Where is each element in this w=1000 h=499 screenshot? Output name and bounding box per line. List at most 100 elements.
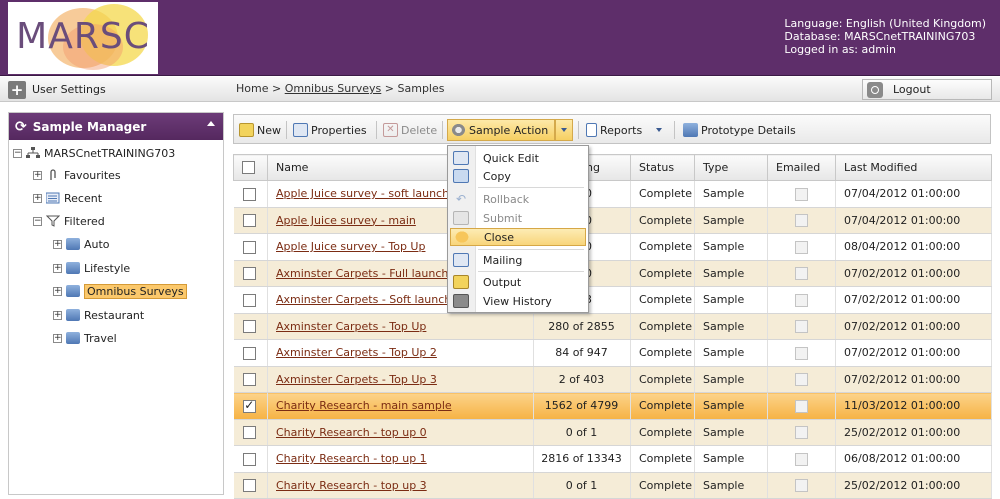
remaining-cell: 0 of 1 xyxy=(533,419,631,446)
folder-icon xyxy=(66,309,80,321)
new-button[interactable]: New xyxy=(236,119,284,141)
breadcrumb-current: Samples xyxy=(397,82,445,95)
emailed-checkbox xyxy=(794,240,808,254)
logout-button[interactable]: Logout xyxy=(862,79,992,100)
table-row[interactable]: Axminster Carpets - Top Up 2 84 of 947 Com… xyxy=(233,339,992,367)
table-row[interactable]: Charity Research - top up 1 2816 of 13343… xyxy=(233,445,992,473)
reports-dropdown[interactable] xyxy=(650,119,668,141)
table-row[interactable]: Charity Research - main sample 1562 of 47… xyxy=(233,392,992,420)
menu-item-copy[interactable]: Copy xyxy=(450,167,586,185)
table-row[interactable]: Axminster Carpets - Top Up 3 2 of 403 Comp… xyxy=(233,366,992,393)
panel-title: Sample Manager xyxy=(32,119,147,134)
properties-label: Properties xyxy=(311,123,367,137)
expand-toggle-icon[interactable]: + xyxy=(33,193,42,203)
sample-name-link[interactable]: Axminster Carpets - Full launch xyxy=(276,267,448,280)
column-header-status[interactable]: Status xyxy=(630,154,695,181)
tree-item-omnibus-surveys[interactable]: + Omnibus Surveys xyxy=(53,282,187,300)
row-checkbox[interactable] xyxy=(243,346,257,360)
row-checkbox[interactable] xyxy=(243,479,257,492)
expand-toggle-icon[interactable]: + xyxy=(53,333,62,343)
expand-toggle-icon[interactable]: + xyxy=(53,286,62,296)
sample-action-button[interactable]: Sample Action xyxy=(447,119,555,141)
tree-item-filtered[interactable]: − Filtered xyxy=(33,212,105,230)
tree-item-restaurant[interactable]: + Restaurant xyxy=(53,306,144,324)
row-checkbox[interactable] xyxy=(243,214,257,227)
expand-toggle-icon[interactable]: + xyxy=(53,263,62,273)
row-checkbox[interactable] xyxy=(243,373,257,386)
sample-name-link[interactable]: Charity Research - top up 1 xyxy=(276,452,427,465)
column-header-type[interactable]: Type xyxy=(694,154,768,181)
table-row[interactable]: Apple Juice survey - main670CompleteSamp… xyxy=(233,207,992,234)
sample-name-link[interactable]: Axminster Carpets - Top Up 3 xyxy=(276,373,437,386)
sample-name-link[interactable]: Apple Juice survey - main xyxy=(276,214,416,227)
expand-toggle-icon[interactable]: + xyxy=(53,239,62,249)
properties-button[interactable]: Properties xyxy=(290,119,370,141)
tree-item-recent[interactable]: + Recent xyxy=(33,189,102,207)
tree-item-auto[interactable]: + Auto xyxy=(53,235,110,253)
expand-toggle-icon[interactable]: + xyxy=(53,310,62,320)
sample-name-link[interactable]: Apple Juice survey - soft launch xyxy=(276,187,449,200)
menu-item-submit[interactable]: Submit xyxy=(450,209,586,227)
row-select-cell xyxy=(233,339,268,367)
name-cell: Axminster Carpets - Top Up xyxy=(267,313,534,340)
folder-icon xyxy=(66,262,80,274)
tree-root[interactable]: − MARSCnetTRAINING703 xyxy=(13,144,175,162)
breadcrumb: Home > Omnibus Surveys > Samples xyxy=(236,82,444,95)
user-settings-button[interactable]: + User Settings xyxy=(8,80,222,99)
sample-name-link[interactable]: Axminster Carpets - Soft launch xyxy=(276,293,451,306)
refresh-icon[interactable]: ⟳ xyxy=(15,119,27,135)
gear-icon xyxy=(451,123,466,137)
row-checkbox[interactable] xyxy=(243,398,257,413)
tree-item-lifestyle[interactable]: + Lifestyle xyxy=(53,259,130,277)
select-all-checkbox[interactable] xyxy=(242,161,255,175)
row-checkbox[interactable] xyxy=(243,426,257,439)
table-row[interactable]: Apple Juice survey - Top Up510CompleteSa… xyxy=(233,233,992,261)
menu-item-output[interactable]: Output xyxy=(450,273,586,291)
tree-item-favourites[interactable]: + Favourites xyxy=(33,166,121,184)
session-info: Language: English (United Kingdom) Datab… xyxy=(784,17,986,56)
row-checkbox[interactable] xyxy=(243,293,257,307)
sample-name-link[interactable]: Charity Research - top up 3 xyxy=(276,479,427,492)
emailed-cell xyxy=(767,180,836,208)
prototype-details-button[interactable]: Prototype Details xyxy=(680,119,799,141)
sample-name-link[interactable]: Charity Research - main sample xyxy=(276,399,452,412)
row-checkbox[interactable] xyxy=(243,320,257,333)
column-header-last-modified[interactable]: Last Modified xyxy=(835,154,992,181)
row-checkbox[interactable] xyxy=(243,240,257,254)
table-row[interactable]: Axminster Carpets - Soft launch253Comple… xyxy=(233,286,992,314)
row-checkbox[interactable] xyxy=(243,267,257,280)
breadcrumb-home[interactable]: Home xyxy=(236,82,268,95)
table-row[interactable]: Axminster Carpets - Full launch220Comple… xyxy=(233,260,992,287)
menu-item-mailing[interactable]: Mailing xyxy=(450,251,586,269)
last-modified-cell: 07/02/2012 01:00:00 xyxy=(835,366,992,393)
delete-button[interactable]: ✕ Delete xyxy=(380,119,440,141)
menu-item-rollback[interactable]: ↶ Rollback xyxy=(450,190,586,208)
tree-item-travel[interactable]: + Travel xyxy=(53,329,117,347)
emailed-checkbox xyxy=(794,426,808,439)
reports-button[interactable]: Reports xyxy=(583,119,645,141)
row-checkbox[interactable] xyxy=(243,187,257,201)
table-row[interactable]: Axminster Carpets - Top Up 280 of 2855 Com… xyxy=(233,313,992,340)
last-modified-cell: 06/08/2012 01:00:00 xyxy=(835,445,992,473)
sample-name-link[interactable]: Apple Juice survey - Top Up xyxy=(276,240,425,253)
table-row[interactable]: Apple Juice survey - soft launch350Compl… xyxy=(233,180,992,208)
menu-item-quick-edit[interactable]: Quick Edit xyxy=(450,149,586,167)
sample-name-link[interactable]: Charity Research - top up 0 xyxy=(276,426,427,439)
sample-name-link[interactable]: Axminster Carpets - Top Up 2 xyxy=(276,346,437,359)
breadcrumb-omnibus-link[interactable]: Omnibus Surveys xyxy=(285,82,382,95)
expand-toggle-icon[interactable]: + xyxy=(33,170,42,180)
collapse-toggle-icon[interactable]: − xyxy=(33,216,42,226)
folder-icon xyxy=(66,238,80,250)
prototype-details-label: Prototype Details xyxy=(701,123,796,137)
row-checkbox[interactable] xyxy=(243,452,257,466)
table-row[interactable]: Charity Research - top up 0 0 of 1 Complet… xyxy=(233,419,992,446)
column-header-emailed[interactable]: Emailed xyxy=(767,154,836,181)
menu-item-close[interactable]: Close xyxy=(450,228,586,246)
copy-icon xyxy=(453,169,469,183)
collapse-icon[interactable] xyxy=(207,121,215,126)
last-modified-cell: 07/02/2012 01:00:00 xyxy=(835,339,992,367)
menu-item-view-history[interactable]: View History xyxy=(450,292,586,310)
collapse-toggle-icon[interactable]: − xyxy=(13,148,22,158)
sample-name-link[interactable]: Axminster Carpets - Top Up xyxy=(276,320,426,333)
sample-action-dropdown[interactable] xyxy=(555,119,573,141)
